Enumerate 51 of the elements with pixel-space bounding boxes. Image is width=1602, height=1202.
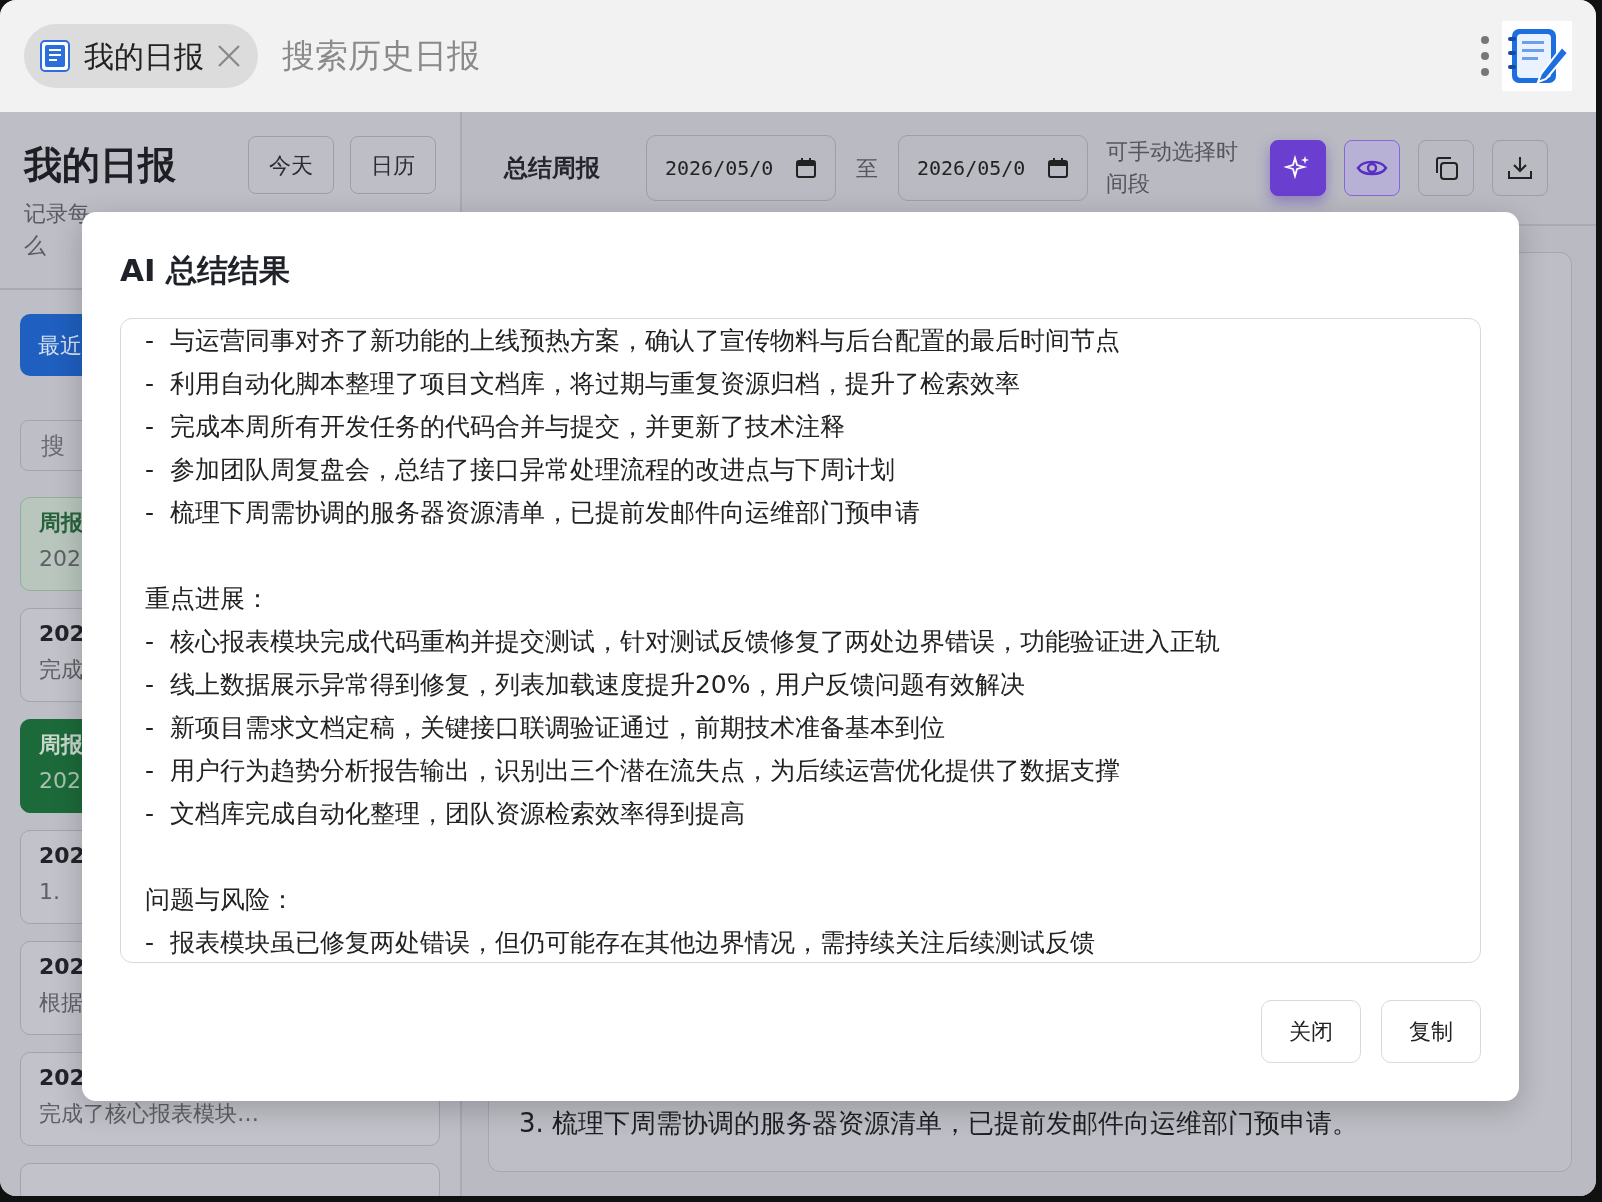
entry-title: 202 xyxy=(39,842,85,870)
entry-preview: 完成了核心报表模块… xyxy=(39,1100,259,1128)
summary-line: - 核心报表模块完成代码重构并提交测试，针对测试反馈修复了两处边界错误，功能验证进入正轨 xyxy=(145,626,1221,658)
summary-line: - 利用自动化脚本整理了项目文档库，将过期与重复资源归档，提升了检索效率 xyxy=(145,368,1021,400)
summary-text-area[interactable] xyxy=(120,318,1481,963)
entry-title: 周报 xyxy=(39,731,83,759)
notebook-icon xyxy=(38,39,72,73)
calendar-icon xyxy=(795,157,817,179)
entry-preview: 202 xyxy=(39,545,81,573)
entry-title: 202 xyxy=(39,953,85,981)
subtitle-text: 么 xyxy=(24,232,47,260)
entry-title: 202 xyxy=(39,620,85,648)
download-button[interactable] xyxy=(1492,140,1548,196)
entry-preview: 根据 xyxy=(39,989,83,1017)
calendar-icon xyxy=(1047,157,1069,179)
nav-button[interactable]: 今天 xyxy=(248,136,334,194)
download-icon xyxy=(1506,154,1534,182)
nav-button[interactable]: 日历 xyxy=(350,136,436,194)
summary-line: - 文档库完成自动化整理，团队资源检索效率得到提高 xyxy=(145,798,746,830)
entry-title: 202 xyxy=(39,1064,85,1092)
hint-text: 可手动选择时间段 xyxy=(1106,138,1239,198)
preview-button[interactable] xyxy=(1344,140,1400,196)
app-title: 我的日报 xyxy=(24,141,177,189)
entry-preview: 完成 xyxy=(39,656,83,684)
entry-preview: 202 xyxy=(39,767,81,795)
ai-summary-button[interactable] xyxy=(1270,140,1326,196)
summary-line: - 新项目需求文档定稿，关键接口联调验证通过，前期技术准备基本到位 xyxy=(145,712,946,744)
date-field[interactable]: 2026/05/0 xyxy=(898,135,1088,201)
summary-line: - 用户行为趋势分析报告输出，识别出三个潜在流失点，为后续运营优化提供了数据支撑 xyxy=(145,755,1121,787)
summary-line: - 与运营同事对齐了新功能的上线预热方案，确认了宣传物料与后台配置的最后时间节点 xyxy=(145,325,1121,357)
summary-line: - 线上数据展示异常得到修复，列表加载速度提升20%，用户反馈问题有效解决 xyxy=(145,669,1027,701)
date-field[interactable]: 2026/05/0 xyxy=(646,135,836,201)
dialog-title: AI 总结结果 xyxy=(120,251,292,290)
notebook-pen-icon[interactable] xyxy=(1502,21,1572,91)
summary-line: - 报表模块虽已修复两处错误，但仍可能存在其他边界情况，需持续关注后续测试反馈 xyxy=(145,927,1096,959)
range-separator: 至 xyxy=(855,154,879,183)
summary-line: - 完成本周所有开发任务的代码合并与提交，并更新了技术注释 xyxy=(145,411,846,443)
entry-preview: 1. xyxy=(39,878,60,906)
tab[interactable]: 我的日报 xyxy=(24,24,258,88)
content-text: 3. 梳理下周需协调的服务器资源清单，已提前发邮件向运维部门预申请。 xyxy=(519,1107,1360,1140)
more-icon[interactable] xyxy=(1480,35,1490,77)
section-heading: 重点进展： xyxy=(145,583,271,615)
summary-line: - 梳理下周需协调的服务器资源清单，已提前发邮件向运维部门预申请 xyxy=(145,497,921,529)
close-icon xyxy=(216,43,242,69)
section-heading: 问题与风险： xyxy=(145,884,296,916)
dialog-button[interactable]: 复制 xyxy=(1381,1000,1481,1063)
section-title: 总结周报 xyxy=(504,153,601,184)
copy-button[interactable] xyxy=(1418,140,1474,196)
dialog-button[interactable]: 关闭 xyxy=(1261,1000,1361,1063)
summary-line: - 参加团队周复盘会，总结了接口异常处理流程的改进点与下周计划 xyxy=(145,454,896,486)
entry-title: 周报 xyxy=(39,509,83,537)
